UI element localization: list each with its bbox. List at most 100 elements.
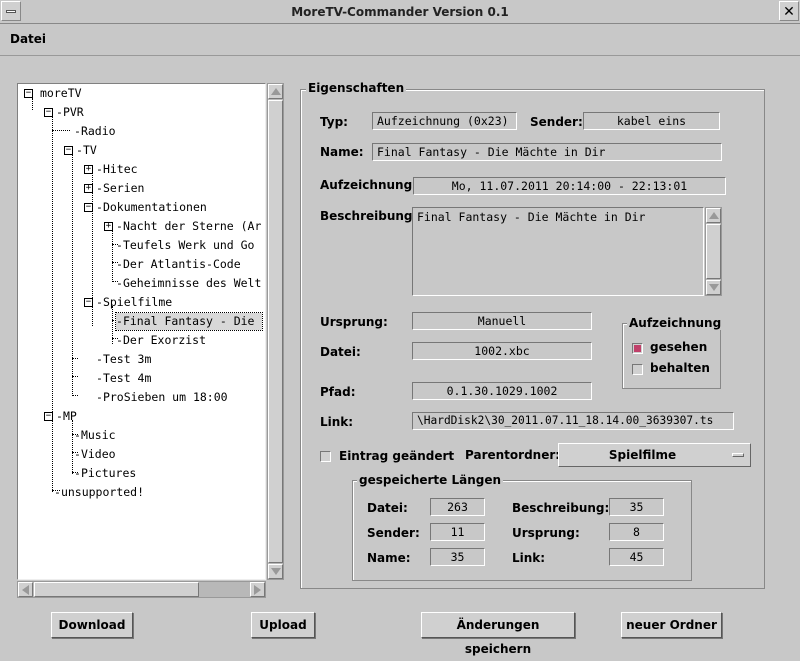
window-title: MoreTV-Commander Version 0.1 — [291, 5, 509, 19]
new-folder-button[interactable]: neuer Ordner — [621, 612, 722, 638]
len-ursprung-field: 8 — [609, 523, 664, 541]
name-label: Name: — [320, 145, 364, 159]
len-beschreibung-field: 35 — [609, 498, 664, 516]
expand-icon[interactable]: + — [84, 165, 93, 174]
tree-node-moretv[interactable]: moreTV — [40, 85, 82, 102]
tree-node-film-1[interactable]: -Final Fantasy - Die — [115, 312, 263, 331]
gesehen-label[interactable]: gesehen — [650, 340, 707, 354]
upload-button[interactable]: Upload — [251, 612, 315, 638]
beschreibung-label: Beschreibung: — [320, 209, 418, 223]
tree-node-hitec[interactable]: -Hitec — [96, 161, 138, 178]
tree-node-music[interactable]: -Music — [74, 427, 116, 444]
menu-file[interactable]: Datei — [10, 32, 46, 46]
scroll-thumb[interactable] — [34, 582, 199, 597]
tree-node-dokumentationen[interactable]: -Dokumentationen — [96, 199, 207, 216]
beschreibung-scrollbar[interactable] — [705, 207, 722, 296]
scroll-down-button[interactable] — [268, 564, 283, 579]
tree-horizontal-scrollbar[interactable] — [17, 581, 266, 598]
tree-node-serien[interactable]: -Serien — [96, 180, 144, 197]
scroll-right-button[interactable] — [250, 582, 265, 597]
arrow-up-icon — [270, 88, 281, 95]
datei-label: Datei: — [320, 345, 361, 359]
parentordner-label: Parentordner: — [465, 448, 561, 462]
behalten-label[interactable]: behalten — [650, 361, 710, 375]
close-button[interactable]: ✕ — [779, 1, 799, 21]
eintrag-geaendert-label[interactable]: Eintrag geändert — [339, 449, 454, 463]
ursprung-field: Manuell — [412, 312, 592, 330]
dropdown-icon — [732, 453, 744, 457]
window-menu-button[interactable] — [1, 1, 21, 21]
expand-icon[interactable]: + — [104, 222, 113, 231]
collapse-icon[interactable]: − — [24, 89, 33, 98]
tree-node-radio[interactable]: -Radio — [74, 123, 116, 140]
len-name-field: 35 — [430, 548, 485, 566]
len-datei-label: Datei: — [367, 501, 408, 515]
pfad-field: 0.1.30.1029.1002 — [412, 382, 592, 400]
scroll-up-button[interactable] — [268, 84, 283, 99]
typ-field: Aufzeichnung (0x23) — [372, 112, 517, 130]
download-button[interactable]: Download — [51, 612, 133, 638]
collapse-icon[interactable]: − — [44, 108, 53, 117]
tree-node-pictures[interactable]: -Pictures — [74, 465, 136, 482]
behalten-checkbox[interactable] — [632, 364, 643, 375]
lengths-legend: gespeicherte Längen — [357, 473, 504, 487]
collapse-icon[interactable]: − — [84, 203, 93, 212]
tree-node-mp[interactable]: -MP — [56, 408, 77, 425]
len-datei-field: 263 — [430, 498, 485, 516]
beschreibung-textarea[interactable]: Final Fantasy - Die Mächte in Dir — [412, 207, 704, 296]
tree-vertical-scrollbar[interactable] — [267, 83, 284, 580]
scroll-up-button[interactable] — [706, 208, 721, 223]
tree-node-tv[interactable]: -TV — [76, 142, 97, 159]
tree-node-doku-3[interactable]: -Der Atlantis-Code — [116, 256, 241, 273]
aufzeichnung-field: Mo, 11.07.2011 20:14:00 - 22:13:01 — [413, 177, 726, 195]
scroll-thumb[interactable] — [268, 100, 283, 563]
gesehen-checkbox[interactable] — [632, 343, 643, 354]
sender-field: kabel eins — [583, 112, 720, 130]
tree-node-doku-1[interactable]: -Nacht der Sterne (Ar — [116, 218, 261, 235]
parentordner-value: Spielfilme — [608, 448, 677, 462]
tree-node-test4m[interactable]: -Test 4m — [96, 370, 151, 387]
properties-legend: Eigenschaften — [306, 81, 407, 95]
close-icon: ✕ — [783, 3, 795, 19]
tree-node-spielfilme[interactable]: -Spielfilme — [96, 294, 172, 311]
save-changes-button[interactable]: Änderungen speichern — [421, 612, 575, 656]
checked-indicator — [634, 345, 641, 352]
scroll-thumb[interactable] — [706, 224, 721, 279]
tree-node-film-2[interactable]: -Der Exorzist — [116, 332, 206, 349]
len-beschreibung-label: Beschreibung: — [512, 501, 610, 515]
minus-icon — [6, 9, 16, 13]
tree-node-test3m[interactable]: -Test 3m — [96, 351, 151, 368]
len-sender-label: Sender: — [367, 526, 420, 540]
pfad-label: Pfad: — [320, 385, 356, 399]
expand-icon[interactable]: + — [84, 184, 93, 193]
link-field: \HardDisk2\30_2011.07.11_18.14.00_363930… — [412, 412, 734, 430]
parentordner-select[interactable]: Spielfilme — [558, 443, 751, 467]
eintrag-geaendert-checkbox[interactable] — [320, 451, 331, 462]
arrow-right-icon — [254, 584, 261, 595]
menu-bar: Datei — [0, 24, 800, 56]
len-ursprung-label: Ursprung: — [512, 526, 580, 540]
datei-field: 1002.xbc — [412, 342, 592, 360]
collapse-icon[interactable]: − — [84, 298, 93, 307]
scroll-down-button[interactable] — [706, 280, 721, 295]
tree-node-unsupported[interactable]: -unsupported! — [54, 484, 144, 501]
tree-node-prosieben[interactable]: -ProSieben um 18:00 — [96, 389, 228, 406]
aufzeichnung-label: Aufzeichnung: — [320, 178, 417, 192]
tree-node-video[interactable]: -Video — [74, 446, 116, 463]
folder-tree[interactable]: − moreTV − -PVR -Radio − -TV + -Hitec + … — [17, 83, 266, 580]
sender-label: Sender: — [530, 115, 583, 129]
collapse-icon[interactable]: − — [44, 412, 53, 421]
tree-node-pvr[interactable]: -PVR — [56, 104, 84, 121]
tree-node-doku-2[interactable]: -Teufels Werk und Go — [116, 237, 255, 254]
collapse-icon[interactable]: − — [64, 146, 73, 155]
arrow-up-icon — [708, 212, 719, 219]
scroll-left-button[interactable] — [18, 582, 33, 597]
aufzeichnung-group-legend: Aufzeichnung — [627, 316, 724, 330]
name-input[interactable]: Final Fantasy - Die Mächte in Dir — [372, 143, 722, 161]
link-label: Link: — [320, 415, 354, 429]
len-name-label: Name: — [367, 551, 411, 565]
len-link-label: Link: — [512, 551, 546, 565]
tree-node-doku-4[interactable]: -Geheimnisse des Welt — [116, 275, 261, 292]
arrow-down-icon — [708, 284, 719, 291]
title-bar: MoreTV-Commander Version 0.1 ✕ — [0, 0, 800, 24]
